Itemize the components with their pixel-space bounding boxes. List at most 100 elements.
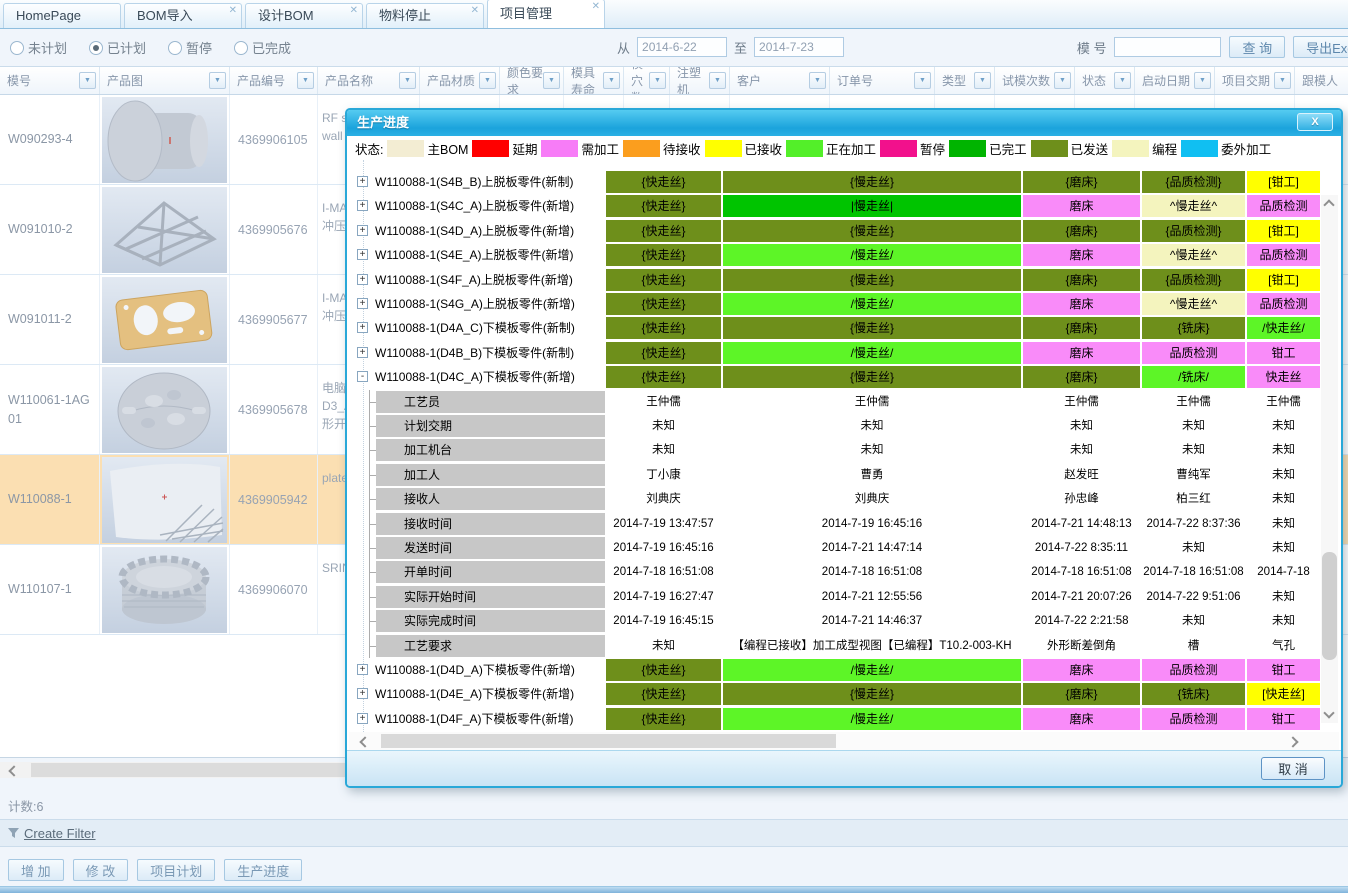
expand-icon[interactable]: + <box>357 347 368 358</box>
progress-row[interactable]: +W110088-1(S4B_B)上脱板零件(新制){快走丝}{慢走丝}{磨床}… <box>347 170 1341 194</box>
column-header[interactable]: 启动日期▼ <box>1135 67 1215 94</box>
column-filter-icon[interactable]: ▼ <box>914 72 931 89</box>
tab-物料停止[interactable]: 物料停止✕ <box>366 3 484 28</box>
expand-icon[interactable]: + <box>357 200 368 211</box>
dialog-titlebar[interactable]: 生产进度 X <box>347 110 1341 136</box>
tab-设计BOM[interactable]: 设计BOM✕ <box>245 3 363 28</box>
legend-swatch <box>1112 140 1149 157</box>
grid-vscrollbar[interactable] <box>1321 195 1338 723</box>
to-date-input[interactable] <box>754 37 844 57</box>
from-date-input[interactable] <box>637 37 727 57</box>
tab-close-icon[interactable]: ✕ <box>350 6 358 16</box>
column-filter-icon[interactable]: ▼ <box>1114 72 1131 89</box>
radio-已完成[interactable]: 已完成 <box>234 38 291 57</box>
column-filter-icon[interactable]: ▼ <box>974 72 991 89</box>
column-header[interactable]: 状态▼ <box>1075 67 1135 94</box>
column-header[interactable]: 模具寿命▼ <box>564 67 624 94</box>
detail-value: 王仲儒 <box>1142 390 1245 414</box>
column-header[interactable]: 注塑机▼ <box>670 67 730 94</box>
stage-cell: 品质检测 <box>1142 342 1245 364</box>
progress-row[interactable]: +W110088-1(S4C_A)上脱板零件(新增){快走丝}|慢走丝|磨床^慢… <box>347 194 1341 218</box>
tab-close-icon[interactable]: ✕ <box>592 2 600 12</box>
column-filter-icon[interactable]: ▼ <box>209 72 226 89</box>
column-filter-icon[interactable]: ▼ <box>809 72 826 89</box>
column-header[interactable]: 模号▼ <box>0 67 100 94</box>
column-header[interactable]: 订单号 ▼ <box>830 67 935 94</box>
column-header[interactable]: 产品名称▼ <box>318 67 420 94</box>
expand-icon[interactable]: + <box>357 249 368 260</box>
cancel-button[interactable]: 取 消 <box>1261 757 1325 780</box>
expand-icon[interactable]: + <box>357 176 368 187</box>
progress-row[interactable]: +W110088-1(S4G_A)上脱板零件(新增){快走丝}/慢走丝/磨床^慢… <box>347 292 1341 316</box>
radio-暂停[interactable]: 暂停 <box>168 38 212 57</box>
tab-HomePage[interactable]: HomePage <box>3 3 121 28</box>
column-header[interactable]: 客户▼ <box>730 67 830 94</box>
page-hscrollbar[interactable] <box>0 762 345 778</box>
page-hscroll-thumb[interactable] <box>31 763 345 777</box>
tab-close-icon[interactable]: ✕ <box>471 6 479 16</box>
expand-icon[interactable]: + <box>357 322 368 333</box>
tab-close-icon[interactable]: ✕ <box>229 6 237 16</box>
expand-icon[interactable]: + <box>357 688 368 699</box>
progress-row[interactable]: +W110088-1(S4E_A)上脱板零件(新增){快走丝}/慢走丝/磨床^慢… <box>347 243 1341 267</box>
column-header[interactable]: 产品材质▼ <box>420 67 500 94</box>
action-button-项目计划[interactable]: 项目计划 <box>137 859 215 881</box>
expand-icon[interactable]: + <box>357 664 368 675</box>
grid-hscroll-thumb[interactable] <box>381 734 836 748</box>
column-header[interactable]: 产品图▼ <box>100 67 230 94</box>
scroll-up-icon[interactable] <box>1323 199 1334 210</box>
column-filter-icon[interactable]: ▼ <box>1054 72 1071 89</box>
action-button-增加[interactable]: 增 加 <box>8 859 64 881</box>
column-header[interactable]: 颜色要求▼ <box>500 67 564 94</box>
progress-row[interactable]: +W110088-1(D4A_C)下模板零件(新制){快走丝}{慢走丝}{磨床}… <box>347 316 1341 340</box>
grid-scroll-right-icon[interactable] <box>1287 736 1298 747</box>
grid-vscroll-thumb[interactable] <box>1322 552 1337 660</box>
column-filter-icon[interactable]: ▼ <box>543 72 560 89</box>
column-filter-icon[interactable]: ▼ <box>1274 72 1291 89</box>
scroll-left-icon[interactable] <box>8 765 19 776</box>
mold-no-input[interactable] <box>1114 37 1221 57</box>
progress-row[interactable]: +W110088-1(D4B_B)下模板零件(新制){快走丝}/慢走丝/磨床品质… <box>347 341 1341 365</box>
column-filter-icon[interactable]: ▼ <box>297 72 314 89</box>
collapse-icon[interactable]: - <box>357 371 368 382</box>
expand-icon[interactable]: + <box>357 225 368 236</box>
progress-row[interactable]: +W110088-1(D4E_A)下模板零件(新增){快走丝}{慢走丝}{磨床}… <box>347 682 1341 706</box>
column-filter-icon[interactable]: ▼ <box>479 72 496 89</box>
progress-row[interactable]: +W110088-1(S4D_A)上脱板零件(新增){快走丝}{慢走丝}{磨床}… <box>347 219 1341 243</box>
tab-项目管理[interactable]: 项目管理✕ <box>487 0 605 28</box>
radio-未计划[interactable]: 未计划 <box>10 38 67 57</box>
grid-scroll-left-icon[interactable] <box>359 736 370 747</box>
column-header[interactable]: 试模次数▼ <box>995 67 1075 94</box>
expand-icon[interactable]: + <box>357 298 368 309</box>
column-filter-icon[interactable]: ▼ <box>399 72 416 89</box>
column-header[interactable]: 项目交期▼ <box>1215 67 1295 94</box>
column-header[interactable]: 模穴数▼ <box>624 67 670 94</box>
stage-cell: ^慢走丝^ <box>1142 244 1245 266</box>
expand-icon[interactable]: + <box>357 274 368 285</box>
radio-已计划[interactable]: 已计划 <box>89 38 146 57</box>
column-label: 订单号 <box>837 72 873 89</box>
export-excel-button[interactable]: 导出Exce <box>1293 36 1348 58</box>
grid-hscrollbar[interactable] <box>349 732 1339 750</box>
create-filter-link[interactable]: Create Filter <box>24 826 96 841</box>
column-filter-icon[interactable]: ▼ <box>1194 72 1211 89</box>
column-filter-icon[interactable]: ▼ <box>709 72 726 89</box>
progress-row[interactable]: +W110088-1(D4F_A)下模板零件(新增){快走丝}/慢走丝/磨床品质… <box>347 707 1341 731</box>
progress-row[interactable]: +W110088-1(S4F_A)上脱板零件(新增){快走丝}{慢走丝}{磨床}… <box>347 268 1341 292</box>
action-button-生产进度[interactable]: 生产进度 <box>224 859 302 881</box>
tab-BOM导入[interactable]: BOM导入✕ <box>124 3 242 28</box>
column-header[interactable]: 产品编号▼ <box>230 67 318 94</box>
scroll-down-icon[interactable] <box>1323 707 1334 718</box>
search-button[interactable]: 查 询 <box>1229 36 1285 58</box>
progress-row[interactable]: +W110088-1(D4D_A)下模板零件(新增){快走丝}/慢走丝/磨床品质… <box>347 658 1341 682</box>
column-header[interactable]: 跟模人 <box>1295 67 1348 94</box>
action-button-修改[interactable]: 修 改 <box>73 859 129 881</box>
column-filter-icon[interactable]: ▼ <box>79 72 96 89</box>
close-button[interactable]: X <box>1297 113 1333 131</box>
product-image <box>102 547 227 633</box>
progress-row[interactable]: -W110088-1(D4C_A)下模板零件(新增){快走丝}{慢走丝}{磨床}… <box>347 365 1341 389</box>
column-filter-icon[interactable]: ▼ <box>649 72 666 89</box>
column-filter-icon[interactable]: ▼ <box>603 72 620 89</box>
expand-icon[interactable]: + <box>357 713 368 724</box>
column-header[interactable]: 类型▼ <box>935 67 995 94</box>
